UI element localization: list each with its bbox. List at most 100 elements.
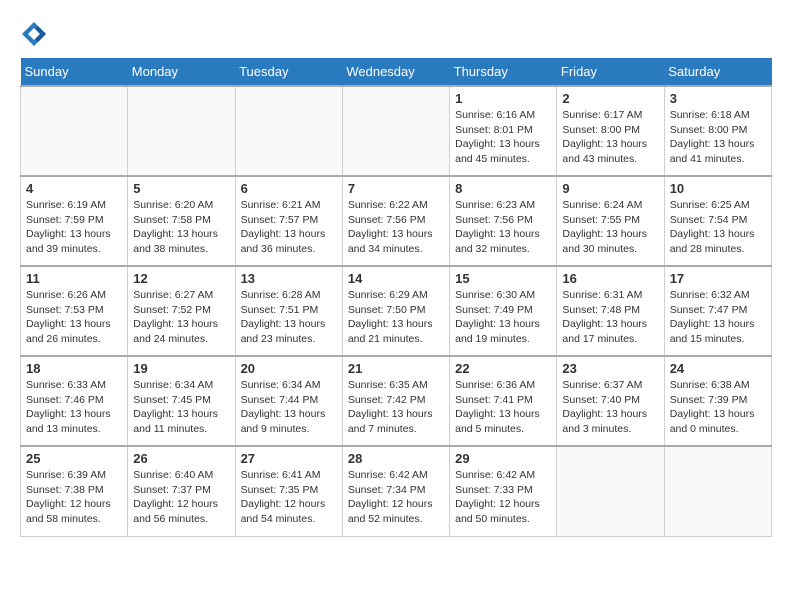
day-number: 19 xyxy=(133,361,229,376)
day-number: 2 xyxy=(562,91,658,106)
week-row-1: 1 Sunrise: 6:16 AM Sunset: 8:01 PM Daylig… xyxy=(21,86,772,176)
calendar-cell: 12 Sunrise: 6:27 AM Sunset: 7:52 PM Dayli… xyxy=(128,266,235,356)
day-number: 9 xyxy=(562,181,658,196)
calendar-cell: 5 Sunrise: 6:20 AM Sunset: 7:58 PM Daylig… xyxy=(128,176,235,266)
day-info: Sunrise: 6:34 AM Sunset: 7:44 PM Dayligh… xyxy=(241,378,337,437)
day-info: Sunrise: 6:28 AM Sunset: 7:51 PM Dayligh… xyxy=(241,288,337,347)
calendar-cell: 13 Sunrise: 6:28 AM Sunset: 7:51 PM Dayli… xyxy=(235,266,342,356)
day-number: 8 xyxy=(455,181,551,196)
day-header-tuesday: Tuesday xyxy=(235,58,342,86)
day-info: Sunrise: 6:26 AM Sunset: 7:53 PM Dayligh… xyxy=(26,288,122,347)
day-info: Sunrise: 6:23 AM Sunset: 7:56 PM Dayligh… xyxy=(455,198,551,257)
day-number: 24 xyxy=(670,361,766,376)
day-number: 11 xyxy=(26,271,122,286)
day-info: Sunrise: 6:24 AM Sunset: 7:55 PM Dayligh… xyxy=(562,198,658,257)
day-number: 6 xyxy=(241,181,337,196)
day-header-monday: Monday xyxy=(128,58,235,86)
day-header-sunday: Sunday xyxy=(21,58,128,86)
calendar-cell: 29 Sunrise: 6:42 AM Sunset: 7:33 PM Dayli… xyxy=(450,446,557,536)
calendar-cell xyxy=(342,86,449,176)
day-number: 12 xyxy=(133,271,229,286)
calendar-cell: 4 Sunrise: 6:19 AM Sunset: 7:59 PM Daylig… xyxy=(21,176,128,266)
day-header-friday: Friday xyxy=(557,58,664,86)
calendar-cell: 6 Sunrise: 6:21 AM Sunset: 7:57 PM Daylig… xyxy=(235,176,342,266)
calendar-cell: 20 Sunrise: 6:34 AM Sunset: 7:44 PM Dayli… xyxy=(235,356,342,446)
calendar-cell: 25 Sunrise: 6:39 AM Sunset: 7:38 PM Dayli… xyxy=(21,446,128,536)
calendar-cell: 23 Sunrise: 6:37 AM Sunset: 7:40 PM Dayli… xyxy=(557,356,664,446)
day-info: Sunrise: 6:40 AM Sunset: 7:37 PM Dayligh… xyxy=(133,468,229,527)
calendar-cell: 14 Sunrise: 6:29 AM Sunset: 7:50 PM Dayli… xyxy=(342,266,449,356)
calendar-cell: 26Sunrise: 6:40 AM Sunset: 7:37 PM Dayli… xyxy=(128,446,235,536)
calendar-cell: 17 Sunrise: 6:32 AM Sunset: 7:47 PM Dayli… xyxy=(664,266,771,356)
calendar-cell: 18 Sunrise: 6:33 AM Sunset: 7:46 PM Dayli… xyxy=(21,356,128,446)
day-number: 23 xyxy=(562,361,658,376)
calendar-cell xyxy=(235,86,342,176)
day-info: Sunrise: 6:39 AM Sunset: 7:38 PM Dayligh… xyxy=(26,468,122,527)
day-number: 21 xyxy=(348,361,444,376)
day-number: 20 xyxy=(241,361,337,376)
day-info: Sunrise: 6:18 AM Sunset: 8:00 PM Dayligh… xyxy=(670,108,766,167)
calendar-cell: 27 Sunrise: 6:41 AM Sunset: 7:35 PM Dayli… xyxy=(235,446,342,536)
day-number: 4 xyxy=(26,181,122,196)
calendar-cell xyxy=(664,446,771,536)
day-info: Sunrise: 6:22 AM Sunset: 7:56 PM Dayligh… xyxy=(348,198,444,257)
logo xyxy=(20,20,52,48)
day-info: Sunrise: 6:36 AM Sunset: 7:41 PM Dayligh… xyxy=(455,378,551,437)
day-number: 22 xyxy=(455,361,551,376)
day-number: 3 xyxy=(670,91,766,106)
calendar-cell xyxy=(21,86,128,176)
page-header xyxy=(20,20,772,48)
calendar-cell: 16 Sunrise: 6:31 AM Sunset: 7:48 PM Dayli… xyxy=(557,266,664,356)
day-number: 29 xyxy=(455,451,551,466)
day-number: 10 xyxy=(670,181,766,196)
calendar-table: SundayMondayTuesdayWednesdayThursdayFrid… xyxy=(20,58,772,537)
week-row-5: 25 Sunrise: 6:39 AM Sunset: 7:38 PM Dayli… xyxy=(21,446,772,536)
day-info: Sunrise: 6:34 AM Sunset: 7:45 PM Dayligh… xyxy=(133,378,229,437)
calendar-cell: 19 Sunrise: 6:34 AM Sunset: 7:45 PM Dayli… xyxy=(128,356,235,446)
day-number: 1 xyxy=(455,91,551,106)
day-info: Sunrise: 6:16 AM Sunset: 8:01 PM Dayligh… xyxy=(455,108,551,167)
day-number: 17 xyxy=(670,271,766,286)
day-info: Sunrise: 6:31 AM Sunset: 7:48 PM Dayligh… xyxy=(562,288,658,347)
day-number: 28 xyxy=(348,451,444,466)
calendar-cell: 1 Sunrise: 6:16 AM Sunset: 8:01 PM Daylig… xyxy=(450,86,557,176)
day-info: Sunrise: 6:30 AM Sunset: 7:49 PM Dayligh… xyxy=(455,288,551,347)
calendar-cell: 8 Sunrise: 6:23 AM Sunset: 7:56 PM Daylig… xyxy=(450,176,557,266)
day-info: Sunrise: 6:25 AM Sunset: 7:54 PM Dayligh… xyxy=(670,198,766,257)
day-info: Sunrise: 6:32 AM Sunset: 7:47 PM Dayligh… xyxy=(670,288,766,347)
day-number: 16 xyxy=(562,271,658,286)
day-header-wednesday: Wednesday xyxy=(342,58,449,86)
calendar-cell: 2 Sunrise: 6:17 AM Sunset: 8:00 PM Daylig… xyxy=(557,86,664,176)
day-number: 15 xyxy=(455,271,551,286)
calendar-cell: 7 Sunrise: 6:22 AM Sunset: 7:56 PM Daylig… xyxy=(342,176,449,266)
day-number: 13 xyxy=(241,271,337,286)
calendar-cell: 24 Sunrise: 6:38 AM Sunset: 7:39 PM Dayli… xyxy=(664,356,771,446)
calendar-cell: 21Sunrise: 6:35 AM Sunset: 7:42 PM Dayli… xyxy=(342,356,449,446)
day-info: Sunrise: 6:21 AM Sunset: 7:57 PM Dayligh… xyxy=(241,198,337,257)
day-info: Sunrise: 6:17 AM Sunset: 8:00 PM Dayligh… xyxy=(562,108,658,167)
days-header-row: SundayMondayTuesdayWednesdayThursdayFrid… xyxy=(21,58,772,86)
calendar-cell: 11 Sunrise: 6:26 AM Sunset: 7:53 PM Dayli… xyxy=(21,266,128,356)
day-number: 5 xyxy=(133,181,229,196)
week-row-3: 11 Sunrise: 6:26 AM Sunset: 7:53 PM Dayli… xyxy=(21,266,772,356)
day-number: 14 xyxy=(348,271,444,286)
calendar-cell: 28Sunrise: 6:42 AM Sunset: 7:34 PM Dayli… xyxy=(342,446,449,536)
week-row-4: 18 Sunrise: 6:33 AM Sunset: 7:46 PM Dayli… xyxy=(21,356,772,446)
day-info: Sunrise: 6:33 AM Sunset: 7:46 PM Dayligh… xyxy=(26,378,122,437)
week-row-2: 4 Sunrise: 6:19 AM Sunset: 7:59 PM Daylig… xyxy=(21,176,772,266)
day-info: Sunrise: 6:37 AM Sunset: 7:40 PM Dayligh… xyxy=(562,378,658,437)
day-info: Sunrise: 6:27 AM Sunset: 7:52 PM Dayligh… xyxy=(133,288,229,347)
day-info: Sunrise: 6:20 AM Sunset: 7:58 PM Dayligh… xyxy=(133,198,229,257)
day-header-thursday: Thursday xyxy=(450,58,557,86)
day-info: Sunrise: 6:29 AM Sunset: 7:50 PM Dayligh… xyxy=(348,288,444,347)
day-number: 7 xyxy=(348,181,444,196)
day-number: 25 xyxy=(26,451,122,466)
logo-icon xyxy=(20,20,48,48)
day-info: Sunrise: 6:38 AM Sunset: 7:39 PM Dayligh… xyxy=(670,378,766,437)
day-number: 27 xyxy=(241,451,337,466)
day-info: Sunrise: 6:41 AM Sunset: 7:35 PM Dayligh… xyxy=(241,468,337,527)
day-header-saturday: Saturday xyxy=(664,58,771,86)
day-info: Sunrise: 6:19 AM Sunset: 7:59 PM Dayligh… xyxy=(26,198,122,257)
day-info: Sunrise: 6:42 AM Sunset: 7:33 PM Dayligh… xyxy=(455,468,551,527)
day-number: 18 xyxy=(26,361,122,376)
